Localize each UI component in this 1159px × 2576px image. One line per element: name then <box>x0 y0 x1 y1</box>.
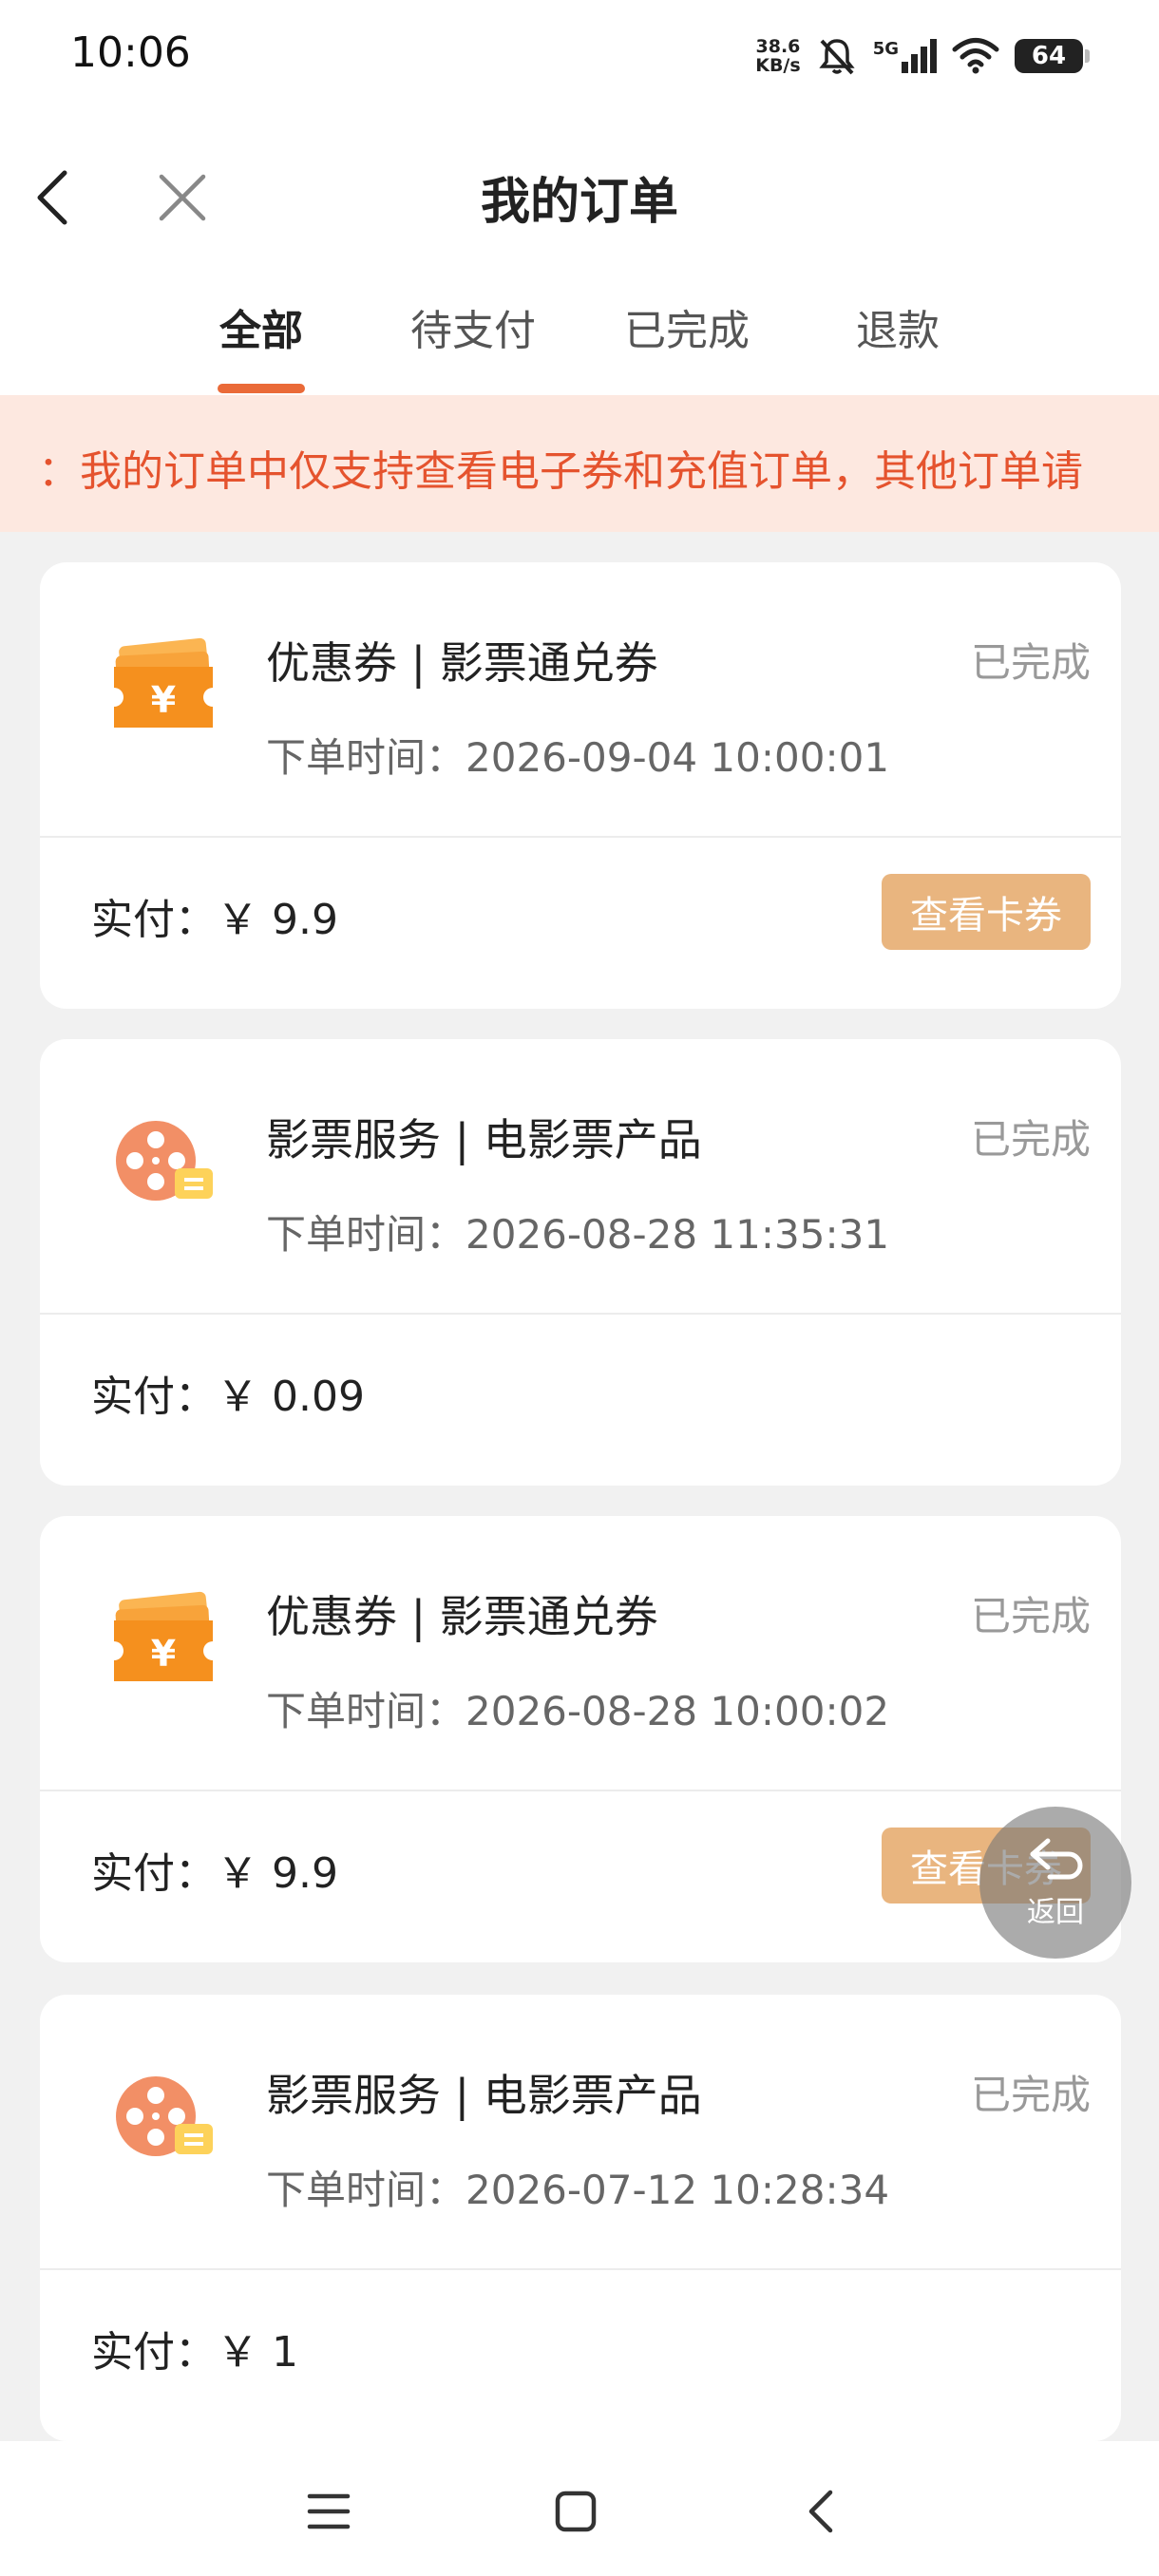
order-time: 下单时间：2026-08-28 11:35:31 <box>266 1211 890 1258</box>
floating-return-button[interactable]: 返回 <box>979 1807 1131 1959</box>
order-card-footer: 实付：￥ 9.9 查看卡券 <box>40 838 1121 1009</box>
tab-all[interactable]: 全部 <box>195 275 328 395</box>
order-time: 下单时间：2026-09-04 10:00:01 <box>266 734 890 781</box>
order-card-footer: 实付：￥ 9.9 查看卡券 <box>40 1791 1121 1962</box>
network-speed: 38.6 KB/s <box>755 37 800 75</box>
order-title: 影票服务 | 电影票产品 <box>266 1114 702 1165</box>
order-card-header: ¥ 优惠券 | 影票通兑券 已完成 下单时间：2026-08-28 10:00:… <box>40 1516 1121 1791</box>
status-icons: 38.6 KB/s 5G 64 <box>755 32 1090 80</box>
return-arrow-icon <box>1030 1838 1083 1880</box>
header: 我的订单 全部 待支付 已完成 退款 <box>0 114 1159 395</box>
battery-indicator: 64 <box>1015 39 1090 73</box>
tab-completed[interactable]: 已完成 <box>611 275 763 395</box>
order-time: 下单时间：2026-08-28 10:00:02 <box>266 1688 890 1734</box>
bell-muted-icon <box>819 39 855 75</box>
order-paid-amount: 实付：￥ 1 <box>91 2328 298 2377</box>
order-tabs: 全部 待支付 已完成 退款 <box>0 275 1159 395</box>
page-title: 我的订单 <box>480 174 678 231</box>
system-navigation-bar <box>0 2441 1159 2576</box>
order-status: 已完成 <box>970 2072 1091 2118</box>
order-card-header: ¥ 优惠券 | 影票通兑券 已完成 下单时间：2026-09-04 10:00:… <box>40 562 1121 838</box>
film-reel-icon <box>116 1121 213 1201</box>
home-icon[interactable] <box>538 2473 614 2549</box>
order-paid-amount: 实付：￥ 0.09 <box>91 1373 365 1421</box>
order-card[interactable]: 影票服务 | 电影票产品 已完成 下单时间：2026-08-28 11:35:3… <box>40 1039 1121 1486</box>
notice-banner: ：我的订单中仅支持查看电子券和充值订单，其他订单请 <box>0 395 1159 532</box>
order-card[interactable]: ¥ 优惠券 | 影票通兑券 已完成 下单时间：2026-08-28 10:00:… <box>40 1516 1121 1962</box>
order-status: 已完成 <box>970 1593 1091 1639</box>
svg-text:¥: ¥ <box>151 679 176 721</box>
order-card-header: 影票服务 | 电影票产品 已完成 下单时间：2026-07-12 10:28:3… <box>40 1995 1121 2270</box>
status-bar: 10:06 38.6 KB/s 5G 64 <box>0 0 1159 114</box>
order-status: 已完成 <box>970 1116 1091 1163</box>
menu-icon[interactable] <box>291 2473 367 2549</box>
order-card[interactable]: ¥ 优惠券 | 影票通兑券 已完成 下单时间：2026-09-04 10:00:… <box>40 562 1121 1009</box>
order-title: 优惠券 | 影票通兑券 <box>266 1591 658 1642</box>
order-status: 已完成 <box>970 639 1091 686</box>
wifi-icon <box>952 38 999 74</box>
coupon-icon: ¥ <box>114 1591 213 1681</box>
active-tab-indicator <box>218 384 305 393</box>
signal-icon: 5G <box>873 39 937 73</box>
film-reel-icon <box>116 2076 213 2156</box>
notice-text: ：我的订单中仅支持查看电子券和充值订单，其他订单请 <box>38 447 1083 496</box>
order-card-footer: 实付：￥ 0.09 <box>40 1315 1121 1486</box>
status-time: 10:06 <box>70 28 191 77</box>
svg-text:¥: ¥ <box>151 1633 176 1675</box>
coupon-icon: ¥ <box>114 637 213 728</box>
order-card[interactable]: 影票服务 | 电影票产品 已完成 下单时间：2026-07-12 10:28:3… <box>40 1995 1121 2441</box>
order-paid-amount: 实付：￥ 9.9 <box>91 896 338 944</box>
order-card-header: 影票服务 | 电影票产品 已完成 下单时间：2026-08-28 11:35:3… <box>40 1039 1121 1315</box>
system-back-icon[interactable] <box>785 2473 861 2549</box>
order-title: 优惠券 | 影票通兑券 <box>266 637 658 689</box>
floating-return-label: 返回 <box>1027 1896 1084 1929</box>
network-speed-value: 38.6 <box>755 36 801 57</box>
order-time: 下单时间：2026-07-12 10:28:34 <box>266 2167 890 2213</box>
tab-pending-payment[interactable]: 待支付 <box>397 275 549 395</box>
order-paid-amount: 实付：￥ 9.9 <box>91 1849 338 1898</box>
order-title: 影票服务 | 电影票产品 <box>266 2070 702 2121</box>
network-type: 5G <box>872 39 899 59</box>
order-card-footer: 实付：￥ 1 <box>40 2270 1121 2441</box>
network-speed-unit: KB/s <box>755 55 801 76</box>
tab-refund[interactable]: 退款 <box>831 275 964 395</box>
view-coupon-button[interactable]: 查看卡券 <box>882 874 1091 950</box>
